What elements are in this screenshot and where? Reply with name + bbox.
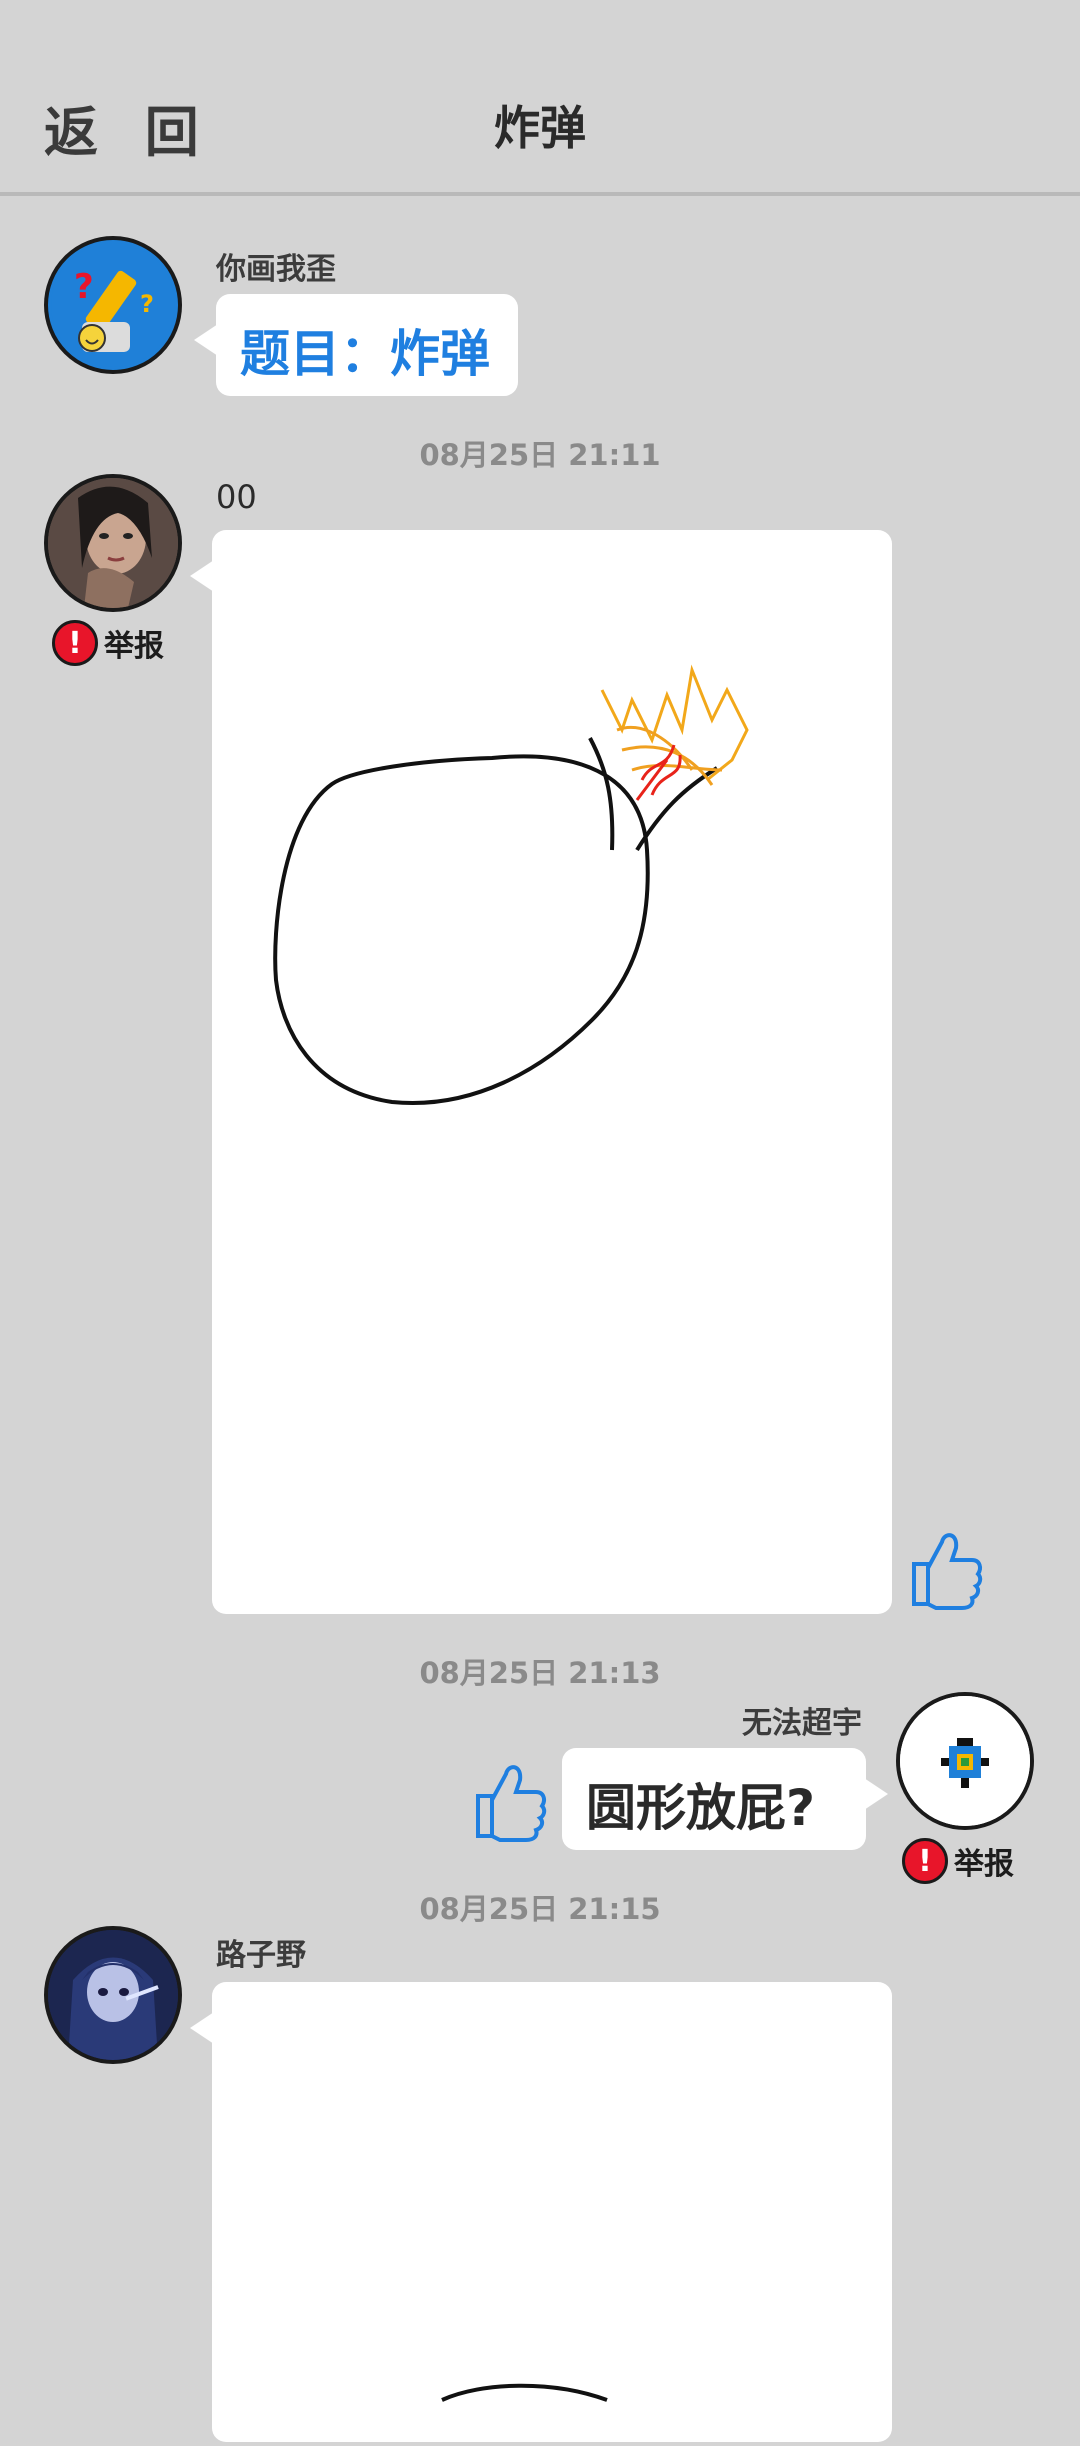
user-name: 00 xyxy=(216,478,257,516)
drawing-canvas xyxy=(273,664,749,1105)
report-button[interactable]: ! 举报 xyxy=(52,620,164,666)
user-photo xyxy=(48,478,178,608)
user-name: 路子野 xyxy=(216,1938,306,1973)
timestamp: 08月25日 21:11 xyxy=(419,438,661,472)
exclamation-icon: ! xyxy=(52,620,98,666)
topic-text: 题目：炸弹 xyxy=(240,325,490,383)
report-label: 举报 xyxy=(104,629,164,664)
thumbs-up-icon[interactable] xyxy=(902,1520,984,1610)
top-bar: 返 回 炸弹 xyxy=(0,0,1080,196)
user-name: 无法超宇 xyxy=(742,1706,862,1741)
drawing-bubble[interactable] xyxy=(190,530,892,1614)
svg-text:?: ? xyxy=(140,290,154,318)
thumbs-up-icon[interactable] xyxy=(466,1752,548,1842)
user-avatar-luziye[interactable] xyxy=(44,1926,182,2064)
text-bubble: 圆形放屁? xyxy=(562,1748,888,1850)
topic-bubble: 题目：炸弹 xyxy=(194,294,518,396)
host-avatar[interactable]: ? ? xyxy=(44,236,182,374)
drawing-canvas xyxy=(441,2383,608,2402)
report-button[interactable]: ! 举报 xyxy=(902,1838,1014,1884)
exclamation-icon: ! xyxy=(902,1838,948,1884)
timestamp: 08月25日 21:15 xyxy=(419,1892,661,1926)
drawing-bubble[interactable] xyxy=(190,1982,892,2442)
host-name: 你画我歪 xyxy=(216,252,336,287)
report-label: 举报 xyxy=(954,1847,1014,1882)
page-title: 炸弹 xyxy=(494,101,586,155)
pixel-sprite-icon xyxy=(900,1696,1030,1826)
svg-text:?: ? xyxy=(74,267,94,307)
user-avatar-wufachaoyu[interactable] xyxy=(896,1692,1034,1830)
anime-girl-avatar xyxy=(48,1930,178,2060)
timestamp: 08月25日 21:13 xyxy=(419,1656,661,1690)
user-avatar-00[interactable] xyxy=(44,474,182,612)
pencil-question-icon: ? ? xyxy=(51,243,175,367)
message-text: 圆形放屁? xyxy=(586,1779,816,1837)
